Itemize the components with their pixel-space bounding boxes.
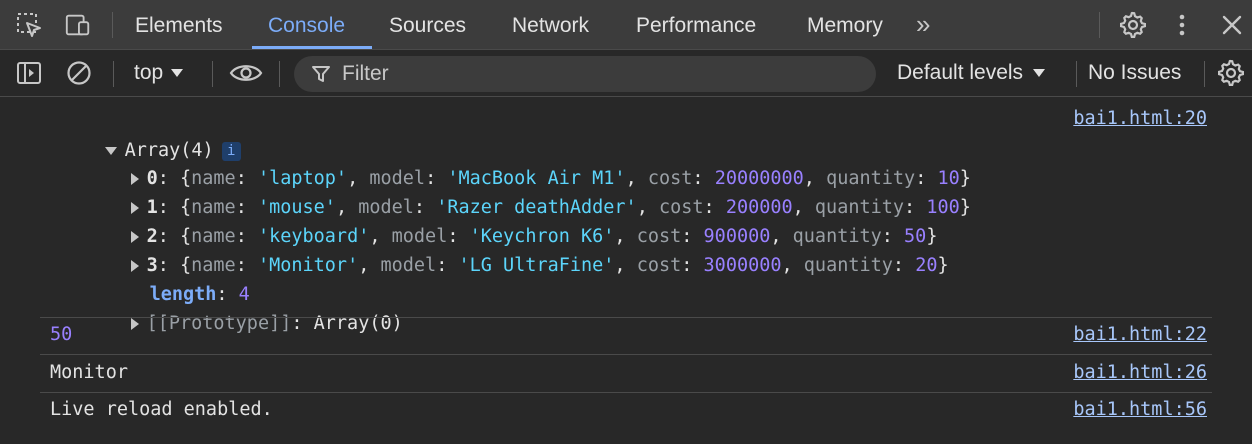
inspect-element-icon[interactable] [15, 11, 43, 39]
settings-gear-icon[interactable] [1119, 11, 1147, 39]
filter-funnel-icon [310, 63, 332, 90]
tab-elements[interactable]: Elements [135, 0, 223, 50]
console-settings-gear-icon[interactable] [1216, 58, 1246, 88]
tab-sources[interactable]: Sources [389, 0, 466, 50]
array-item-row[interactable]: 0: {name: 'laptop', model: 'MacBook Air … [86, 137, 971, 189]
tab-console[interactable]: Console [268, 0, 345, 50]
toolbar-divider [1076, 61, 1077, 87]
item-model: 'LG UltraFine' [458, 255, 615, 276]
close-devtools-icon[interactable] [1218, 11, 1246, 39]
toolbar-divider [113, 61, 114, 87]
array-item-row[interactable]: 1: {name: 'mouse', model: 'Razer deathAd… [86, 166, 971, 218]
tab-network[interactable]: Network [512, 0, 589, 50]
issues-counter[interactable]: No Issues [1088, 50, 1181, 96]
show-sidebar-icon[interactable] [14, 58, 44, 88]
console-message-text: Live reload enabled. [50, 399, 273, 420]
context-selector-label: top [134, 61, 164, 84]
active-tab-indicator [252, 46, 372, 49]
expand-triangle-right-icon[interactable] [130, 318, 139, 330]
source-link[interactable]: bai1.html:22 [1073, 321, 1207, 349]
tab-memory[interactable]: Memory [807, 0, 883, 50]
item-cost: 3000000 [703, 255, 782, 276]
clear-console-icon[interactable] [64, 58, 94, 88]
message-divider [40, 392, 1212, 393]
prototype-row[interactable]: [[Prototype]]: Array(0) [86, 282, 403, 334]
context-selector[interactable]: top [134, 50, 184, 96]
console-toolbar: top Filter Default levels No Issues [0, 50, 1252, 97]
console-message-text: Monitor [50, 362, 128, 383]
toolbar-divider [1204, 61, 1205, 87]
chevron-down-icon [171, 69, 184, 78]
array-length-row: length: 4 [149, 284, 250, 305]
message-divider [40, 354, 1212, 355]
toolbar-divider [112, 12, 113, 38]
log-levels-label: Default levels [897, 61, 1024, 84]
devtools-tab-bar: Elements Console Sources Network Perform… [0, 0, 1252, 50]
array-log-entry[interactable]: Array(4) i [60, 109, 241, 161]
filter-placeholder: Filter [342, 62, 389, 85]
tab-performance[interactable]: Performance [636, 0, 756, 50]
console-output: Array(4) i bai1.html:20 0: {name: 'laptop… [0, 97, 1252, 444]
item-name: 'Monitor' [257, 255, 359, 276]
device-toolbar-icon[interactable] [64, 11, 92, 39]
chevron-down-icon [1033, 69, 1046, 78]
live-expression-eye-icon[interactable] [229, 58, 263, 88]
filter-input[interactable]: Filter [294, 56, 876, 92]
toolbar-divider [279, 61, 280, 87]
console-message-number: 50 [50, 324, 73, 345]
source-link[interactable]: bai1.html:56 [1073, 396, 1207, 424]
source-link[interactable]: bai1.html:20 [1073, 105, 1207, 133]
toolbar-divider [1099, 12, 1100, 38]
item-quantity: 20 [915, 255, 938, 276]
more-tabs-icon[interactable]: » [916, 0, 930, 50]
array-item-row[interactable]: 3: {name: 'Monitor', model: 'LG UltraFin… [86, 224, 949, 276]
log-levels-dropdown[interactable]: Default levels [897, 50, 1046, 96]
source-link[interactable]: bai1.html:26 [1073, 359, 1207, 387]
toolbar-divider [212, 61, 213, 87]
array-item-row[interactable]: 2: {name: 'keyboard', model: 'Keychron K… [86, 195, 937, 247]
more-options-icon[interactable] [1168, 11, 1196, 39]
message-divider [40, 317, 1212, 318]
